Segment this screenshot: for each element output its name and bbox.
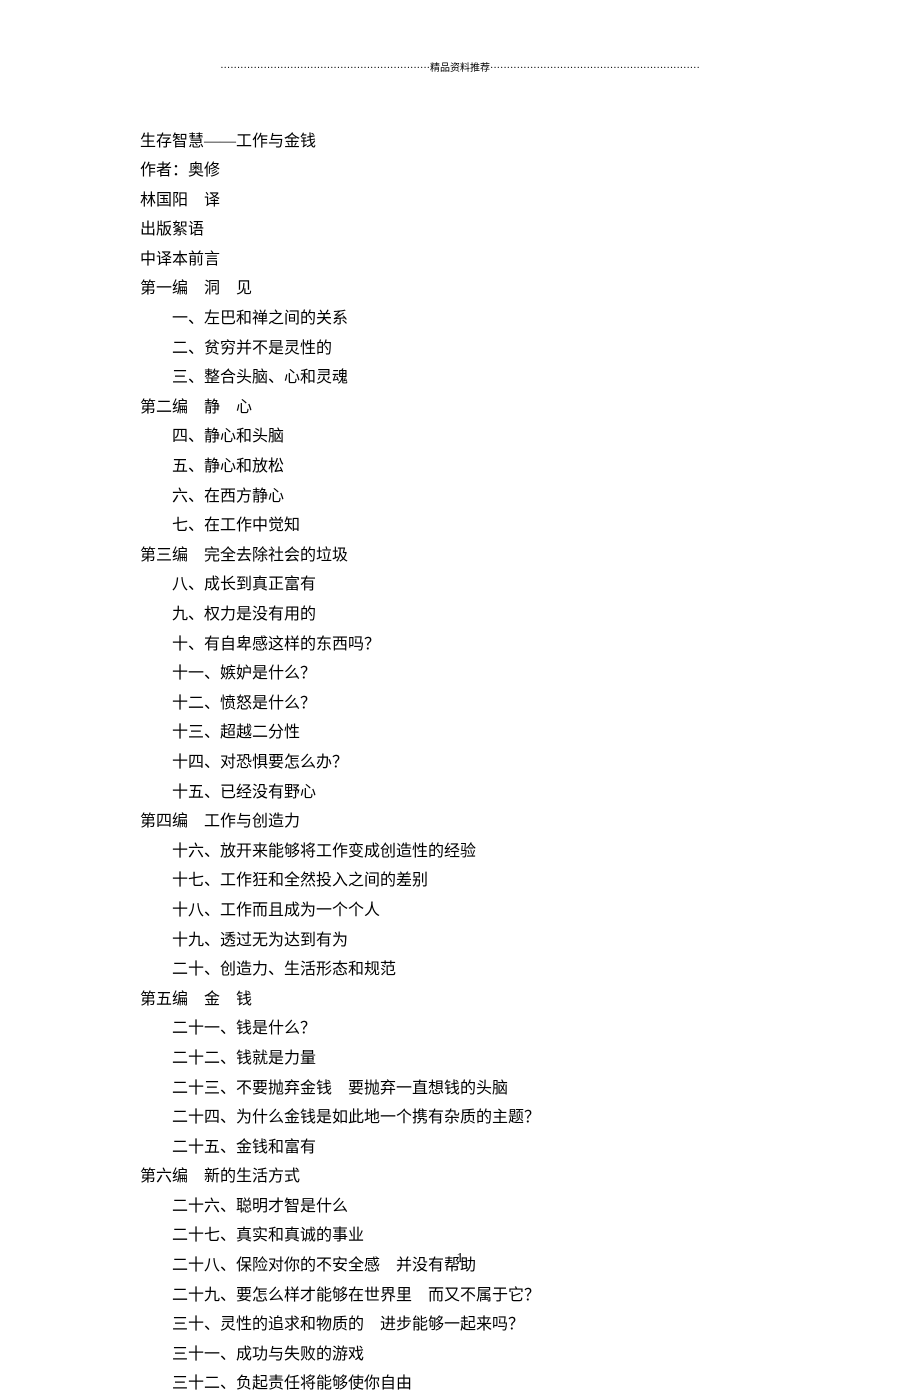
- section-heading: 第三编 完全去除社会的垃圾: [140, 541, 780, 571]
- toc-item: 十九、透过无为达到有为: [140, 926, 780, 956]
- pub-note-line: 出版絮语: [140, 215, 780, 245]
- content-body: 生存智慧——工作与金钱 作者：奥修 林国阳 译 出版絮语 中译本前言 第一编 洞…: [140, 127, 780, 1399]
- author-line: 作者：奥修: [140, 156, 780, 186]
- section-heading: 第六编 新的生活方式: [140, 1162, 780, 1192]
- toc-item: 三、整合头脑、心和灵魂: [140, 363, 780, 393]
- toc-item: 二十九、要怎么样才能够在世界里 而又不属于它？: [140, 1281, 780, 1311]
- toc-item: 七、在工作中觉知: [140, 511, 780, 541]
- toc-item: 五、静心和放松: [140, 452, 780, 482]
- toc-item: 十七、工作狂和全然投入之间的差别: [140, 866, 780, 896]
- toc-item: 十四、对恐惧要怎么办？: [140, 748, 780, 778]
- toc-item: 十、有自卑感这样的东西吗？: [140, 630, 780, 660]
- toc-item: 十三、超越二分性: [140, 718, 780, 748]
- toc-item: 十五、已经没有野心: [140, 778, 780, 808]
- page-number: 1: [0, 1246, 920, 1272]
- toc-item: 十八、工作而且成为一个个人: [140, 896, 780, 926]
- toc-item: 二十、创造力、生活形态和规范: [140, 955, 780, 985]
- toc-item: 十六、放开来能够将工作变成创造性的经验: [140, 837, 780, 867]
- header-banner: ········································…: [140, 60, 780, 79]
- toc-item: 二十一、钱是什么？: [140, 1014, 780, 1044]
- toc-item: 二十四、为什么金钱是如此地一个携有杂质的主题？: [140, 1103, 780, 1133]
- toc-item: 二十二、钱就是力量: [140, 1044, 780, 1074]
- toc-item: 十一、嫉妒是什么？: [140, 659, 780, 689]
- toc-item: 二十五、金钱和富有: [140, 1133, 780, 1163]
- toc-item: 四、静心和头脑: [140, 422, 780, 452]
- toc-item: 一、左巴和禅之间的关系: [140, 304, 780, 334]
- toc-item: 九、权力是没有用的: [140, 600, 780, 630]
- toc-item: 二、贫穷并不是灵性的: [140, 334, 780, 364]
- toc-item: 十二、愤怒是什么？: [140, 689, 780, 719]
- toc-item: 三十二、负起责任将能够使你自由: [140, 1369, 780, 1399]
- section-heading: 第二编 静 心: [140, 393, 780, 423]
- toc-item: 三十一、成功与失败的游戏: [140, 1340, 780, 1370]
- toc-item: 三十、灵性的追求和物质的 进步能够一起来吗？: [140, 1310, 780, 1340]
- title-line: 生存智慧——工作与金钱: [140, 127, 780, 157]
- toc-item: 二十六、聪明才智是什么: [140, 1192, 780, 1222]
- section-heading: 第四编 工作与创造力: [140, 807, 780, 837]
- toc-item: 八、成长到真正富有: [140, 570, 780, 600]
- toc-item: 二十三、不要抛弃金钱 要抛弃一直想钱的头脑: [140, 1074, 780, 1104]
- translator-line: 林国阳 译: [140, 186, 780, 216]
- section-heading: 第一编 洞 见: [140, 274, 780, 304]
- toc-item: 六、在西方静心: [140, 482, 780, 512]
- document-page: ········································…: [0, 0, 920, 1302]
- section-heading: 第五编 金 钱: [140, 985, 780, 1015]
- preface-line: 中译本前言: [140, 245, 780, 275]
